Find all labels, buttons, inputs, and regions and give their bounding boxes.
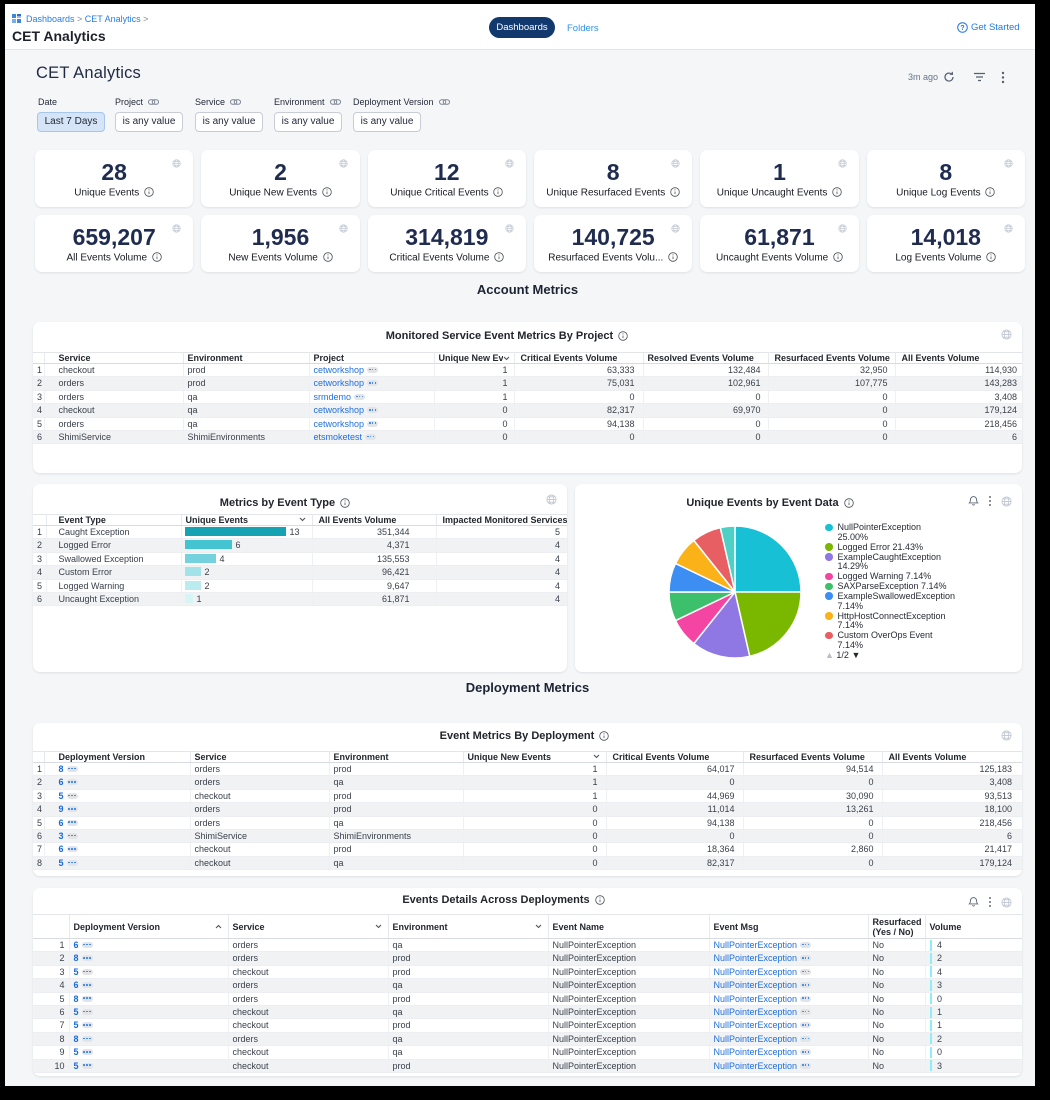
svg-text:?: ? — [960, 25, 964, 32]
